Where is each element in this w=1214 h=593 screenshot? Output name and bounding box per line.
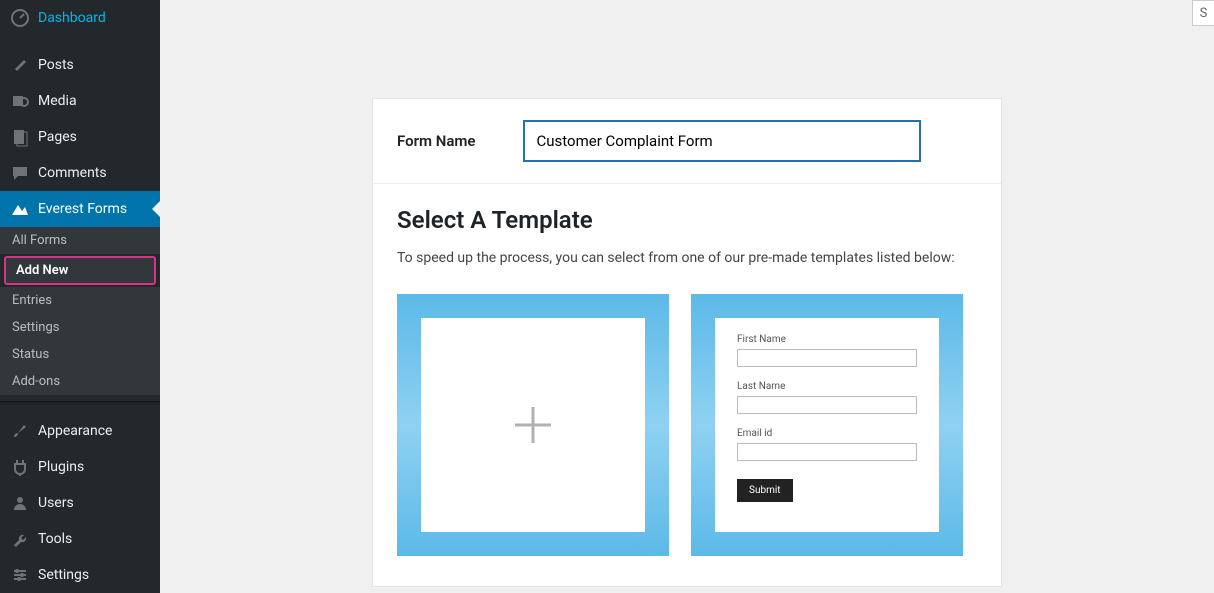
- sidebar-item-label: Users: [38, 495, 74, 511]
- new-form-card: Form Name Select A Template To speed up …: [372, 98, 1002, 587]
- brush-icon: [10, 421, 30, 441]
- sidebar-item-everest-forms[interactable]: Everest Forms: [0, 191, 160, 227]
- template-section: Select A Template To speed up the proces…: [373, 184, 1001, 586]
- section-description: To speed up the process, you can select …: [397, 250, 977, 266]
- plus-icon: [513, 405, 553, 445]
- everest-forms-icon: [10, 199, 30, 219]
- preview-label: First Name: [737, 334, 917, 345]
- sidebar-item-plugins[interactable]: Plugins: [0, 449, 160, 485]
- media-icon: [10, 91, 30, 111]
- preview-label: Email id: [737, 428, 917, 439]
- submenu-add-ons[interactable]: Add-ons: [0, 368, 160, 395]
- sidebar-item-label: Media: [38, 93, 77, 109]
- sidebar-item-tools[interactable]: Tools: [0, 521, 160, 557]
- comment-icon: [10, 163, 30, 183]
- sidebar-item-dashboard[interactable]: Dashboard: [0, 0, 160, 36]
- users-icon: [10, 493, 30, 513]
- tools-icon: [10, 529, 30, 549]
- sidebar-item-label: Plugins: [38, 459, 84, 475]
- pin-icon: [10, 55, 30, 75]
- preview-input-box: [737, 396, 917, 414]
- sidebar-item-label: Settings: [38, 567, 89, 583]
- sidebar-item-label: Appearance: [38, 423, 112, 439]
- preview-input-box: [737, 443, 917, 461]
- preview-input-box: [737, 349, 917, 367]
- plugin-icon: [10, 457, 30, 477]
- template-contact-form[interactable]: First Name Last Name Email id Submit: [691, 294, 963, 556]
- screen-options-toggle[interactable]: S: [1192, 0, 1214, 26]
- sidebar-item-users[interactable]: Users: [0, 485, 160, 521]
- sidebar-item-label: Tools: [38, 531, 72, 547]
- template-contact-preview: First Name Last Name Email id Submit: [715, 318, 939, 532]
- page-icon: [10, 127, 30, 147]
- form-name-row: Form Name: [373, 99, 1001, 184]
- submenu-entries[interactable]: Entries: [0, 287, 160, 314]
- sidebar-item-label: Posts: [38, 57, 74, 73]
- preview-field-last-name: Last Name: [737, 381, 917, 414]
- sidebar-item-pages[interactable]: Pages: [0, 119, 160, 155]
- section-heading: Select A Template: [397, 206, 977, 234]
- sidebar-item-settings[interactable]: Settings: [0, 557, 160, 593]
- sidebar-item-label: Everest Forms: [38, 201, 127, 217]
- admin-sidebar: Dashboard Posts Media Pages Comments Eve…: [0, 0, 160, 593]
- submenu-add-new[interactable]: Add New: [4, 256, 156, 285]
- sidebar-item-label: Pages: [38, 129, 77, 145]
- form-name-label: Form Name: [397, 132, 476, 150]
- sidebar-item-appearance[interactable]: Appearance: [0, 413, 160, 449]
- submenu-status[interactable]: Status: [0, 341, 160, 368]
- preview-label: Last Name: [737, 381, 917, 392]
- main-content: S Form Name Select A Template To speed u…: [160, 0, 1214, 593]
- template-blank-inner: [421, 318, 645, 532]
- sidebar-item-comments[interactable]: Comments: [0, 155, 160, 191]
- sidebar-item-label: Dashboard: [38, 10, 106, 26]
- dashboard-icon: [10, 8, 30, 28]
- sidebar-item-media[interactable]: Media: [0, 83, 160, 119]
- template-blank[interactable]: [397, 294, 669, 556]
- preview-submit-button: Submit: [737, 479, 793, 502]
- submenu-settings[interactable]: Settings: [0, 314, 160, 341]
- preview-field-email: Email id: [737, 428, 917, 461]
- sidebar-item-label: Comments: [38, 165, 107, 181]
- submenu-all-forms[interactable]: All Forms: [0, 227, 160, 254]
- preview-field-first-name: First Name: [737, 334, 917, 367]
- template-list: First Name Last Name Email id Submit: [397, 294, 977, 556]
- sidebar-item-posts[interactable]: Posts: [0, 47, 160, 83]
- form-name-input[interactable]: [524, 121, 920, 161]
- settings-icon: [10, 565, 30, 585]
